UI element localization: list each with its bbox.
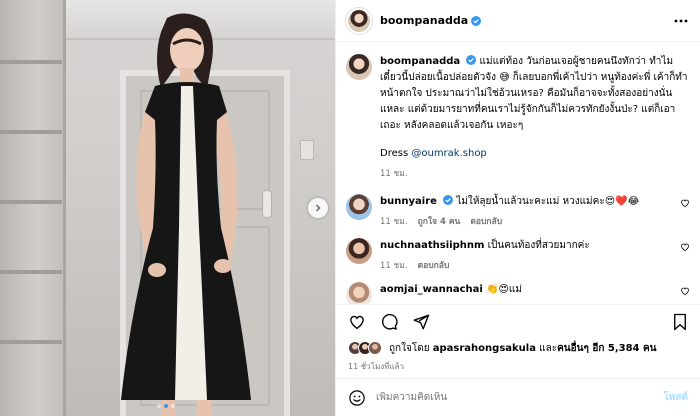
likes-prefix: ถูกใจโดย (389, 342, 430, 354)
instagram-post: boompanadda boompanadda แม่แต่ท้อง วันก่… (0, 0, 700, 416)
verified-badge-icon (466, 55, 477, 65)
commenter-username[interactable]: aomjai_wannachai (380, 284, 483, 295)
carousel-dot (171, 404, 175, 408)
reply-button[interactable]: ตอบกลับ (470, 214, 502, 228)
carousel-dot-active (164, 404, 168, 408)
comment-likes[interactable]: ถูกใจ 4 คน (418, 214, 461, 228)
author-username[interactable]: boompanadda (380, 14, 468, 27)
carousel-next-button[interactable] (308, 198, 328, 218)
comment-item: nuchnaathsiiphnm เป็นคนท้องที่สวยมากค่ะ … (346, 238, 690, 272)
verified-badge-icon (471, 15, 482, 26)
like-heart-icon[interactable] (348, 313, 366, 331)
comment-text: เป็นคนท้องที่สวยมากค่ะ (487, 240, 590, 251)
woman-figure (121, 13, 251, 416)
photo-switch (300, 140, 314, 160)
like-comment-heart-icon[interactable] (680, 198, 690, 208)
commenter-username[interactable]: bunnyaire (380, 196, 437, 207)
comment-item: aomjai_wannachai 👏😍แม่ (346, 282, 690, 304)
emoji-icon[interactable] (348, 389, 366, 407)
verified-badge-icon (443, 195, 454, 205)
comment-input[interactable] (376, 392, 654, 403)
chevron-right-icon (316, 204, 321, 212)
author-avatar[interactable] (346, 54, 372, 80)
caption-text: แม่แต่ท้อง วันก่อนเจอผู้ชายคนนึงทักว่า ท… (380, 56, 688, 131)
likes-others[interactable]: คนอื่นๆ อีก 5,384 คน (557, 341, 656, 356)
like-comment-heart-icon[interactable] (680, 286, 690, 296)
comments-list: boompanadda แม่แต่ท้อง วันก่อนเจอผู้ชายค… (336, 42, 700, 304)
commenter-username[interactable]: nuchnaathsiiphnm (380, 240, 484, 251)
liker-username[interactable]: apasrahongsakula (433, 343, 536, 354)
save-bookmark-icon[interactable] (672, 313, 688, 331)
reply-button[interactable]: ตอบกลับ (418, 258, 450, 272)
comment-time[interactable]: 11 ชม. (380, 214, 408, 228)
commenter-avatar[interactable] (346, 194, 372, 220)
caption: boompanadda แม่แต่ท้อง วันก่อนเจอผู้ชายค… (346, 54, 690, 180)
comment-item: bunnyaire ไม่ให้ลุยน้ำแล้วนะคะแม่ หวงแม่… (346, 194, 690, 228)
dress-label: Dress (380, 148, 409, 159)
like-comment-heart-icon[interactable] (680, 242, 690, 252)
commenter-avatar[interactable] (346, 282, 372, 304)
post-comment-button[interactable]: โพสต์ (663, 390, 688, 405)
share-send-icon[interactable] (412, 313, 430, 331)
comment-text: 👏😍แม่ (486, 284, 522, 295)
post-time[interactable]: 11 ชั่วโมงที่แล้ว (336, 358, 700, 378)
post-side-panel: boompanadda boompanadda แม่แต่ท้อง วันก่… (335, 0, 700, 416)
comment-time[interactable]: 11 ชม. (380, 258, 408, 272)
carousel-dot (157, 404, 161, 408)
action-bar (336, 304, 700, 338)
author-avatar[interactable] (346, 7, 372, 34)
photo-cabinet (0, 0, 66, 416)
carousel-dots (157, 404, 175, 408)
add-comment-bar: โพสต์ (336, 378, 700, 416)
likes-middle: และ (539, 342, 558, 354)
post-photo[interactable] (0, 0, 335, 416)
caption-time[interactable]: 11 ชม. (380, 166, 408, 180)
post-header: boompanadda (336, 0, 700, 42)
comment-bubble-icon[interactable] (380, 313, 398, 331)
likers-avatars[interactable] (348, 341, 382, 355)
dress-shop-link[interactable]: @oumrak.shop (411, 148, 486, 159)
comment-text: ไม่ให้ลุยน้ำแล้วนะคะแม่ หวงแม่คะ😍❤️😂 (456, 196, 640, 207)
likes-summary: ถูกใจโดย apasrahongsakula และ คนอื่นๆ อี… (336, 338, 700, 358)
caption-username[interactable]: boompanadda (380, 56, 460, 67)
commenter-avatar[interactable] (346, 238, 372, 264)
more-options-icon[interactable] (674, 19, 688, 23)
